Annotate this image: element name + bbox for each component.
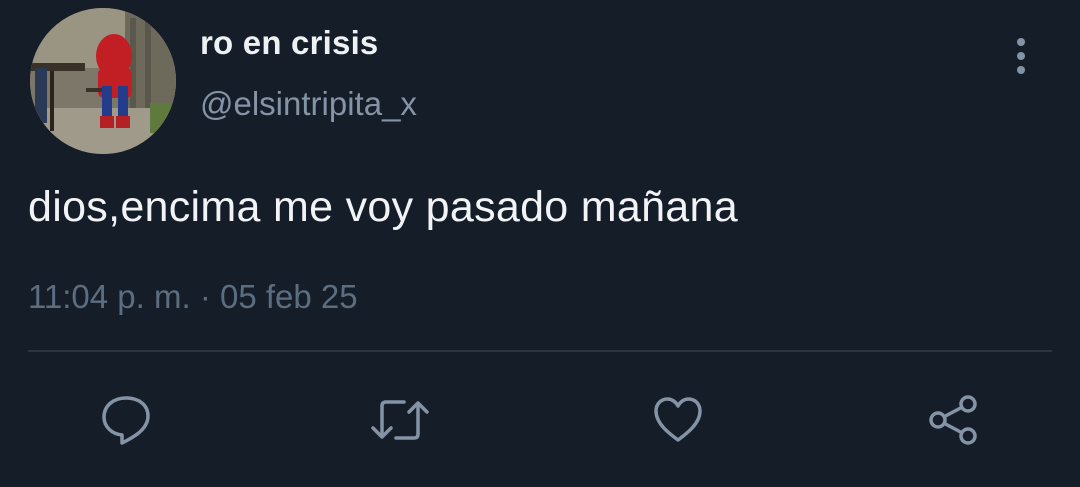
tweet-timestamp[interactable]: 11:04 p. m. · 05 feb 25: [28, 278, 358, 316]
share-nodes-icon: [929, 395, 977, 445]
reply-button[interactable]: [94, 388, 158, 452]
share-button[interactable]: [922, 388, 986, 452]
more-options-button[interactable]: [1003, 34, 1039, 78]
avatar-photo: [30, 8, 176, 154]
divider: [28, 350, 1052, 352]
meta-separator: ·: [199, 278, 211, 315]
tweet-time: 11:04 p. m.: [28, 278, 191, 315]
retweet-button[interactable]: [368, 388, 432, 452]
more-dot-icon: [1017, 52, 1025, 60]
speech-bubble-icon: [102, 396, 150, 445]
user-handle[interactable]: @elsintripita_x: [200, 85, 417, 123]
more-dot-icon: [1017, 38, 1025, 46]
tweet-date: 05 feb 25: [220, 278, 358, 315]
retweet-arrows-icon: [371, 400, 429, 440]
heart-icon: [654, 397, 702, 442]
display-name[interactable]: ro en crisis: [200, 24, 379, 62]
more-dot-icon: [1017, 66, 1025, 74]
like-button[interactable]: [646, 388, 710, 452]
avatar[interactable]: [30, 8, 176, 154]
tweet-text: dios,encima me voy pasado mañana: [28, 183, 738, 231]
tweet-card: ro en crisis @elsintripita_x dios,encima…: [0, 0, 1080, 487]
